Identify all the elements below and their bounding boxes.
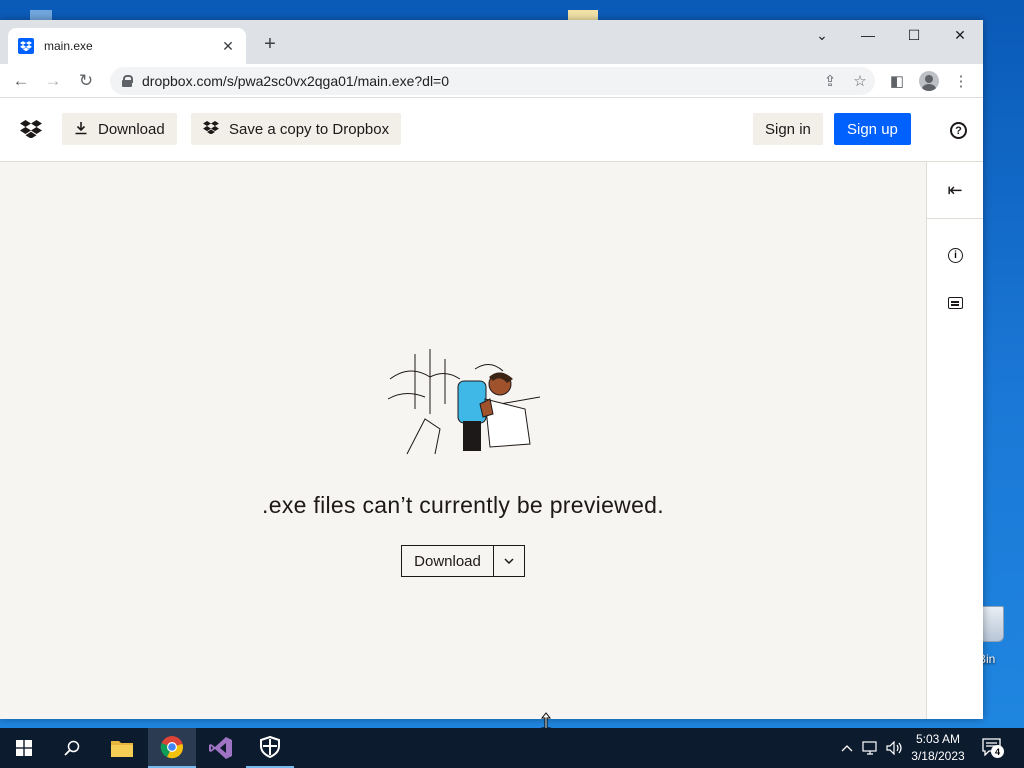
browser-toolbar: ← → ↻ dropbox.com/s/pwa2sc0vx2qga01/main… xyxy=(0,64,983,98)
chrome-taskbar-button[interactable] xyxy=(148,728,196,768)
preview-unavailable-message: .exe files can’t currently be previewed. xyxy=(262,492,664,518)
download-button[interactable]: Download xyxy=(402,546,494,576)
tab-close-icon[interactable]: ✕ xyxy=(220,38,236,55)
browser-menu-icon[interactable]: ⋮ xyxy=(948,68,974,94)
info-icon[interactable]: i xyxy=(948,248,963,263)
preview-area: .exe files can’t currently be previewed.… xyxy=(0,162,926,719)
dropbox-icon xyxy=(203,121,219,137)
sign-in-button[interactable]: Sign in xyxy=(753,113,823,145)
new-tab-button[interactable]: + xyxy=(259,33,281,55)
sign-up-button[interactable]: Sign up xyxy=(834,113,911,145)
dropbox-logo-icon[interactable] xyxy=(20,120,42,138)
visual-studio-icon xyxy=(209,737,232,759)
forward-button[interactable]: → xyxy=(40,68,66,94)
tab-strip: main.exe ✕ + ⌄ — ☐ ✕ xyxy=(0,20,983,64)
lock-icon[interactable] xyxy=(122,75,133,87)
back-button[interactable]: ← xyxy=(8,68,34,94)
bookmark-star-icon[interactable]: ☆ xyxy=(845,72,875,90)
chrome-icon xyxy=(160,736,183,759)
tab-main-exe[interactable]: main.exe ✕ xyxy=(8,28,246,64)
download-split-button: Download xyxy=(401,545,525,577)
download-icon xyxy=(74,121,88,138)
url-text[interactable]: dropbox.com/s/pwa2sc0vx2qga01/main.exe?d… xyxy=(142,73,815,89)
search-icon xyxy=(64,740,80,756)
network-icon[interactable] xyxy=(860,728,882,768)
search-button[interactable] xyxy=(48,728,96,768)
header-download-label: Download xyxy=(98,120,165,138)
maximize-button[interactable]: ☐ xyxy=(891,20,937,50)
minimize-button[interactable]: — xyxy=(845,20,891,50)
browser-window: main.exe ✕ + ⌄ — ☐ ✕ ← → ↻ dropbox.com/s… xyxy=(0,20,983,719)
start-button[interactable] xyxy=(0,728,48,768)
file-side-panel: ⇤ i xyxy=(926,162,983,719)
show-hidden-icons-chevron-icon[interactable] xyxy=(838,728,856,768)
avatar-icon xyxy=(919,71,939,91)
dropbox-favicon-icon xyxy=(18,38,34,54)
reload-button[interactable]: ↻ xyxy=(73,68,99,94)
dropbox-page: Download Save a copy to Dropbox Sign in … xyxy=(0,98,983,719)
folder-icon xyxy=(111,741,133,757)
dropbox-header: Download Save a copy to Dropbox Sign in … xyxy=(0,98,983,162)
download-options-chevron-icon[interactable] xyxy=(494,546,524,576)
security-app-button[interactable] xyxy=(246,728,294,768)
save-copy-button[interactable]: Save a copy to Dropbox xyxy=(191,113,402,145)
file-explorer-button[interactable] xyxy=(98,728,146,768)
shield-icon xyxy=(260,736,280,758)
tab-search-button[interactable]: ⌄ xyxy=(799,20,845,50)
profile-button[interactable] xyxy=(916,68,942,94)
address-bar[interactable]: dropbox.com/s/pwa2sc0vx2qga01/main.exe?d… xyxy=(110,67,875,95)
close-window-button[interactable]: ✕ xyxy=(937,20,983,50)
side-panel-icon[interactable]: ◧ xyxy=(884,68,910,94)
save-copy-label: Save a copy to Dropbox xyxy=(229,120,390,138)
tab-title: main.exe xyxy=(44,39,93,53)
visual-studio-button[interactable] xyxy=(197,728,245,768)
clock-date: 3/18/2023 xyxy=(911,749,965,763)
collapse-panel-icon[interactable]: ⇤ xyxy=(927,162,983,219)
clock-time: 5:03 AM xyxy=(915,732,961,746)
share-icon[interactable]: ⇪ xyxy=(815,72,845,90)
comment-icon[interactable] xyxy=(948,297,963,309)
volume-icon[interactable] xyxy=(884,728,906,768)
help-icon[interactable]: ? xyxy=(950,122,967,139)
action-center-button[interactable]: 4 xyxy=(982,738,1004,758)
header-download-button[interactable]: Download xyxy=(62,113,177,145)
taskbar: 5:03 AM 3/18/2023 4 xyxy=(0,728,1024,768)
notification-count-badge: 4 xyxy=(991,745,1004,758)
taskbar-clock[interactable]: 5:03 AM 3/18/2023 xyxy=(905,731,971,765)
binoculars-illustration xyxy=(387,349,541,455)
windows-logo-icon xyxy=(16,740,32,756)
